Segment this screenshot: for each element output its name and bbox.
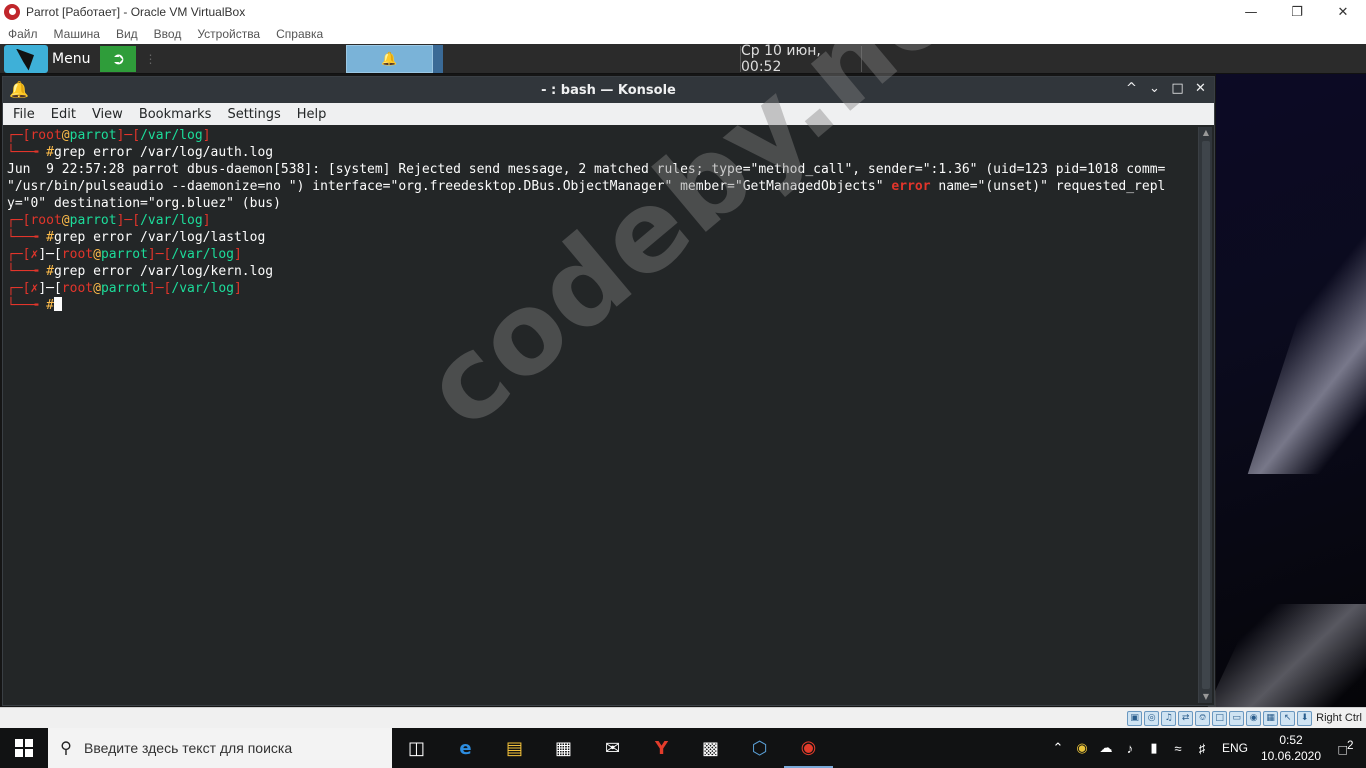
- scroll-up-icon[interactable]: ▲: [1199, 127, 1213, 139]
- task-view-icon[interactable]: ◫: [392, 728, 441, 768]
- applications-menu-button[interactable]: Menu: [52, 51, 90, 67]
- guest-top-panel: Menu ➲ ⋮ 🔔 Ср 10 июн, 00:52: [0, 44, 1366, 75]
- konsole-menu-help[interactable]: Help: [291, 107, 333, 122]
- wifi-icon[interactable]: ≈: [1166, 741, 1190, 756]
- virtualbox-menubar: Файл Машина Вид Ввод Устройства Справка: [0, 24, 1366, 44]
- terminal-scrollbar[interactable]: ▲ ▼: [1198, 127, 1212, 703]
- konsole-menubar: File Edit View Bookmarks Settings Help: [3, 103, 1214, 125]
- prompt-line: ┌─[root@parrot]─[/var/log]: [7, 213, 211, 228]
- security-icon[interactable]: ◉: [1070, 740, 1094, 756]
- virtualbox-statusbar: ▣ ◎ ♫ ⇄ ⎊ □ ▭ ◉ ▦ ↖ ⬇ Right Ctrl: [0, 707, 1366, 728]
- taskbar-search[interactable]: ⚲ Введите здесь текст для поиска: [48, 728, 392, 768]
- notifications-icon[interactable]: □2: [1326, 739, 1366, 758]
- battery-icon[interactable]: ▮: [1142, 740, 1166, 756]
- bell-icon: 🔔: [381, 51, 398, 67]
- search-icon: ⚲: [60, 740, 72, 757]
- guest-desktop: Menu ➲ ⋮ 🔔 Ср 10 июн, 00:52 🔔 - : bash —…: [0, 44, 1366, 707]
- cpu-icon[interactable]: ▦: [1263, 710, 1279, 726]
- vbox-menu-view[interactable]: Вид: [108, 27, 146, 41]
- virtualbox-parrot-icon: [4, 4, 20, 20]
- cloud-icon[interactable]: ☁: [1094, 740, 1118, 756]
- prompt-line-failed: ┌─[✗]─[root@parrot]─[/var/log]: [7, 247, 242, 262]
- output-line: "/usr/bin/pulseaudio --daemonize=no ") i…: [7, 179, 1166, 194]
- search-placeholder: Введите здесь текст для поиска: [84, 740, 293, 756]
- windows-taskbar: ⚲ Введите здесь текст для поиска ◫ e ▤ ▦…: [0, 728, 1366, 768]
- virtualbox-icon[interactable]: ⬡: [735, 728, 784, 768]
- vbox-menu-input[interactable]: Ввод: [146, 27, 190, 41]
- edge-browser-icon[interactable]: e: [441, 728, 490, 768]
- file-explorer-icon[interactable]: ▤: [490, 728, 539, 768]
- maximize-icon[interactable]: □: [1170, 80, 1185, 98]
- screen: Parrot [Работает] - Oracle VM VirtualBox…: [0, 0, 1366, 768]
- display-icon[interactable]: ▭: [1229, 710, 1245, 726]
- vbox-menu-help[interactable]: Справка: [268, 27, 331, 41]
- konsole-menu-edit[interactable]: Edit: [45, 107, 82, 122]
- konsole-titlebar[interactable]: 🔔 - : bash — Konsole ^ ⌄ □ ✕: [3, 77, 1214, 103]
- chevron-up-icon[interactable]: ^: [1124, 80, 1139, 98]
- mail-icon[interactable]: ✉: [588, 728, 637, 768]
- bell-icon: 🔔: [9, 80, 29, 99]
- shared-folders-icon[interactable]: □: [1212, 710, 1228, 726]
- workspace-switcher[interactable]: [433, 45, 443, 73]
- mouse-integration-icon[interactable]: ↖: [1280, 710, 1296, 726]
- text-cursor: [53, 297, 62, 311]
- usb-icon[interactable]: ⎊: [1195, 710, 1211, 726]
- output-line: Jun 9 22:57:28 parrot dbus-daemon[538]: …: [7, 162, 1166, 177]
- audio-icon[interactable]: ♫: [1161, 710, 1177, 726]
- close-icon[interactable]: ✕: [1193, 80, 1208, 98]
- yandex-browser-icon[interactable]: Y: [637, 728, 686, 768]
- video-capture-icon[interactable]: ◉: [1246, 710, 1262, 726]
- taskbar-clock[interactable]: 0:52 10.06.2020: [1256, 732, 1326, 764]
- scrollbar-thumb[interactable]: [1202, 141, 1210, 689]
- windows-logo-icon: [15, 739, 33, 757]
- system-tray: ⌃ ◉ ☁ ♪ ▮ ≈ ♯ ENG 0:52 10.06.2020 □2: [1046, 728, 1366, 768]
- konsole-menu-file[interactable]: File: [7, 107, 41, 122]
- host-key-arrow-icon[interactable]: ⬇: [1297, 710, 1313, 726]
- logout-icon[interactable]: ➲: [100, 45, 137, 72]
- minimize-icon[interactable]: —: [1228, 0, 1274, 24]
- start-button[interactable]: [0, 728, 48, 768]
- clock-time: 0:52: [1279, 733, 1303, 747]
- panel-clock[interactable]: Ср 10 июн, 00:52: [740, 44, 862, 75]
- remote-desktop-icon[interactable]: ▩: [686, 728, 735, 768]
- close-icon[interactable]: ✕: [1320, 0, 1366, 24]
- optical-drive-icon[interactable]: ◎: [1144, 710, 1160, 726]
- prompt-line: ┌─[root@parrot]─[/var/log]: [7, 128, 211, 143]
- konsole-menu-settings[interactable]: Settings: [221, 107, 286, 122]
- active-command-line[interactable]: └──╼ #: [7, 297, 1196, 314]
- output-line: y="0" destination="org.bluez" (bus): [7, 196, 281, 211]
- virtualbox-window-title: Parrot [Работает] - Oracle VM VirtualBox: [26, 5, 246, 19]
- taskbar-window-button[interactable]: 🔔: [346, 45, 433, 73]
- command-line: └──╼ #grep error /var/log/kern.log: [7, 264, 274, 279]
- store-icon[interactable]: ▦: [539, 728, 588, 768]
- parrot-logo-icon[interactable]: [4, 44, 48, 73]
- vbox-menu-machine[interactable]: Машина: [46, 27, 108, 41]
- command-line: └──╼ #grep error /var/log/lastlog: [7, 230, 266, 245]
- vbox-menu-devices[interactable]: Устройства: [189, 27, 268, 41]
- microphone-icon[interactable]: ♪: [1118, 741, 1142, 756]
- clock-date: 10.06.2020: [1260, 749, 1322, 763]
- minimize-icon[interactable]: ⌄: [1147, 80, 1162, 98]
- restore-icon[interactable]: ❐: [1274, 0, 1320, 24]
- virtualbox-titlebar[interactable]: Parrot [Работает] - Oracle VM VirtualBox…: [0, 0, 1366, 24]
- konsole-window: 🔔 - : bash — Konsole ^ ⌄ □ ✕ File Edit V…: [2, 76, 1215, 706]
- command-line: └──╼ #grep error /var/log/auth.log: [7, 145, 274, 160]
- panel-handle-icon: ⋮: [144, 51, 157, 66]
- konsole-title: - : bash — Konsole: [541, 82, 676, 98]
- prompt-line-failed: ┌─[✗]─[root@parrot]─[/var/log]: [7, 281, 242, 296]
- notification-count: 2: [1346, 738, 1354, 752]
- parrot-vm-icon[interactable]: ◉: [784, 728, 833, 768]
- chevron-up-icon[interactable]: ⌃: [1046, 740, 1070, 756]
- host-key-label: Right Ctrl: [1316, 712, 1362, 724]
- scroll-down-icon[interactable]: ▼: [1199, 691, 1213, 703]
- network-icon[interactable]: ⇄: [1178, 710, 1194, 726]
- volume-icon[interactable]: ♯: [1190, 741, 1214, 756]
- terminal-output[interactable]: ┌─[root@parrot]─[/var/log] └──╼ #grep err…: [3, 125, 1196, 705]
- vbox-menu-file[interactable]: Файл: [0, 27, 46, 41]
- input-language[interactable]: ENG: [1222, 741, 1248, 755]
- hard-disk-icon[interactable]: ▣: [1127, 710, 1143, 726]
- konsole-menu-view[interactable]: View: [86, 107, 129, 122]
- konsole-menu-bookmarks[interactable]: Bookmarks: [133, 107, 218, 122]
